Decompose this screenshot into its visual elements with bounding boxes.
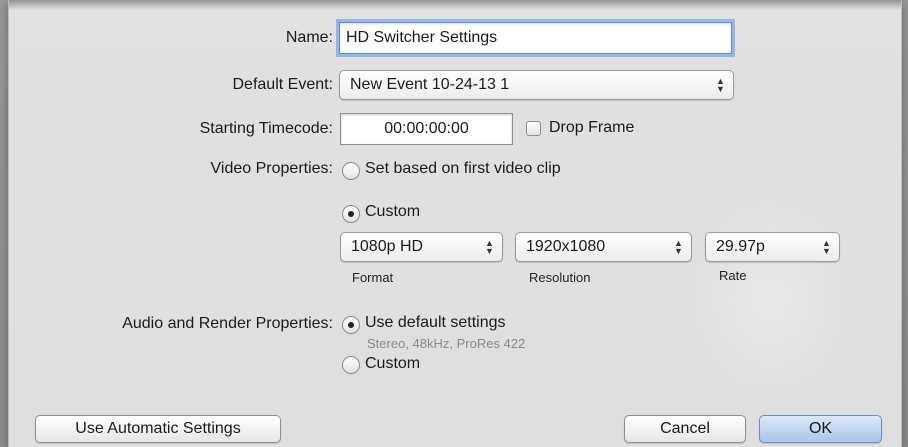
updown-arrows-icon: ▲ ▼ [716,76,725,94]
updown-arrows-icon: ▲ ▼ [674,238,683,256]
name-label: Name: [285,29,333,46]
name-field[interactable]: HD Switcher Settings [339,22,732,54]
cancel-button[interactable]: Cancel [624,415,746,443]
audio-custom-label: Custom [365,355,421,372]
starting-timecode-field[interactable]: 00:00:00:00 [340,113,513,145]
resolution-caption: Resolution [529,270,591,285]
video-first-clip-radio[interactable] [342,162,360,180]
rate-value: 29.97p [716,238,765,255]
project-settings-sheet: Name: HD Switcher Settings Default Event… [8,0,902,447]
video-custom-label: Custom [365,203,421,220]
audio-default-label: Use default settings [365,314,506,331]
video-first-clip-label: Set based on first video clip [365,160,561,177]
audio-render-label: Audio and Render Properties: [122,315,333,332]
format-value: 1080p HD [351,238,424,255]
default-event-label: Default Event: [232,76,334,93]
audio-default-hint: Stereo, 48kHz, ProRes 422 [367,336,526,351]
rate-caption: Rate [719,268,747,283]
video-properties-label: Video Properties: [210,160,333,177]
drop-frame-checkbox[interactable] [526,121,541,136]
updown-arrows-icon: ▲ ▼ [485,238,494,256]
sheet-top-shadow [9,0,901,10]
format-caption: Format [352,270,394,285]
audio-custom-radio[interactable] [342,356,360,374]
audio-default-radio[interactable] [342,316,360,334]
resolution-select[interactable]: 1920x1080 ▲ ▼ [515,232,692,262]
resolution-value: 1920x1080 [526,238,606,255]
format-select[interactable]: 1080p HD ▲ ▼ [340,232,503,262]
rate-select[interactable]: 29.97p ▲ ▼ [705,232,840,262]
ok-button[interactable]: OK [759,415,882,443]
default-event-value: New Event 10-24-13 1 [350,76,510,93]
video-custom-radio[interactable] [342,205,360,223]
updown-arrows-icon: ▲ ▼ [822,238,831,256]
default-event-select[interactable]: New Event 10-24-13 1 ▲ ▼ [339,70,734,100]
use-automatic-settings-button[interactable]: Use Automatic Settings [35,415,281,443]
starting-timecode-label: Starting Timecode: [199,120,333,137]
drop-frame-label: Drop Frame [549,119,635,136]
